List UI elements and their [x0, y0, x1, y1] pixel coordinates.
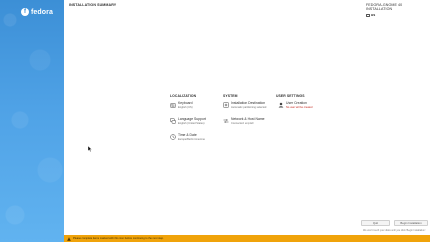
warning-text: Please complete items marked with this i…	[73, 237, 164, 240]
network-icon	[223, 118, 229, 124]
installer-window: f fedora INSTALLATION SUMMARY FEDORA-GNO…	[0, 0, 430, 242]
logo-text: fedora	[31, 8, 53, 16]
keyboard-layout-code: us	[371, 13, 376, 17]
clock-icon	[170, 134, 176, 140]
spoke-keyboard[interactable]: Keyboard English (US)	[170, 101, 193, 109]
warning-icon	[67, 236, 71, 241]
page-title: INSTALLATION SUMMARY	[69, 3, 117, 7]
keyboard-indicator[interactable]: us	[366, 13, 426, 17]
spoke-time-date[interactable]: Time & Date Europe/Berlin timezone	[170, 133, 205, 141]
disk-safety-note: We won't touch your disks until you clic…	[363, 229, 426, 232]
section-localization: LOCALIZATION	[170, 94, 197, 98]
sidebar: f fedora	[0, 0, 64, 242]
spoke-keyboard-status: English (US)	[178, 105, 193, 109]
quit-button[interactable]: Quit	[361, 220, 390, 226]
spoke-time-status: Europe/Berlin timezone	[178, 137, 205, 141]
disk-icon	[223, 102, 229, 108]
section-user-settings: USER SETTINGS	[276, 94, 305, 98]
spoke-user-status: No user will be created	[286, 105, 313, 109]
fedora-icon: f	[21, 8, 29, 16]
spoke-language[interactable]: Language Support English (United States)	[170, 117, 206, 125]
header-info: FEDORA-GNOME 40 INSTALLATION us	[366, 3, 426, 17]
spoke-network-status: Connected: enp1s0	[231, 121, 254, 125]
spoke-destination-status: Automatic partitioning selected	[231, 105, 267, 109]
spoke-network[interactable]: Network & Host Name Connected: enp1s0	[223, 117, 265, 125]
language-icon	[170, 118, 176, 124]
mouse-cursor-icon	[88, 146, 92, 152]
fedora-logo: f fedora	[21, 8, 53, 16]
spoke-language-status: English (United States)	[178, 121, 205, 125]
warning-bar: Please complete items marked with this i…	[64, 235, 430, 242]
install-title: FEDORA-GNOME 40 INSTALLATION	[366, 3, 403, 11]
begin-installation-button[interactable]: Begin Installation	[394, 220, 428, 226]
spoke-installation-destination[interactable]: Installation Destination Automatic parti…	[223, 101, 267, 109]
keyboard-layout-icon	[366, 13, 370, 17]
keyboard-icon	[170, 102, 176, 108]
user-icon	[278, 102, 284, 108]
section-system: SYSTEM	[223, 94, 238, 98]
spoke-user-creation[interactable]: User Creation No user will be created	[278, 101, 313, 109]
